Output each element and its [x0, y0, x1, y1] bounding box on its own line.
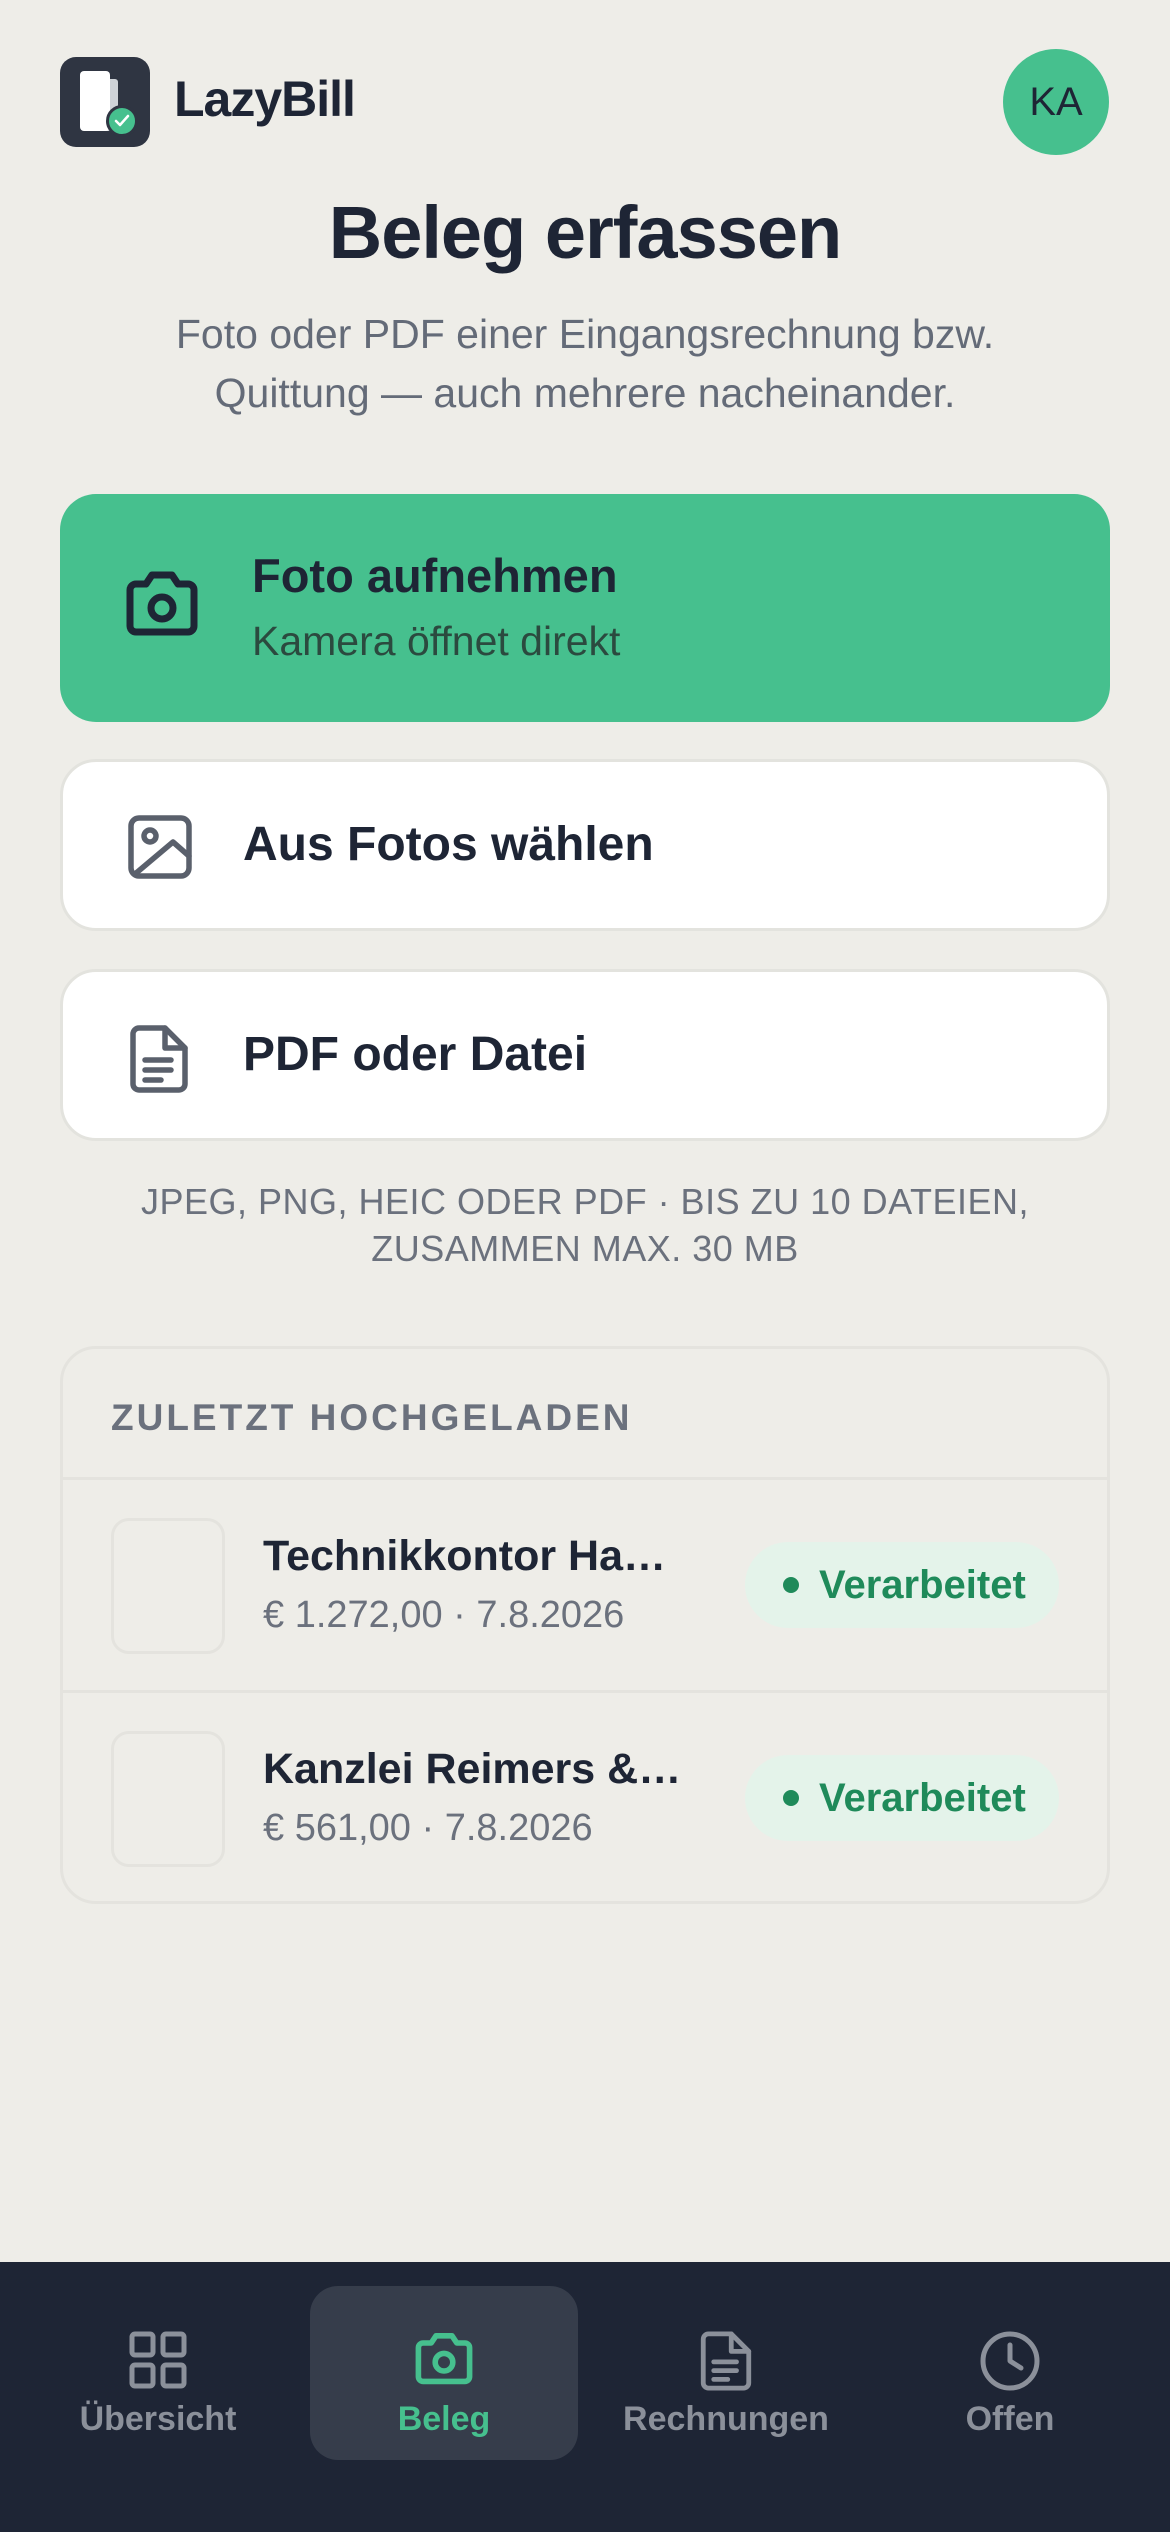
tab-beleg[interactable]: Beleg: [310, 2286, 578, 2460]
image-icon: [127, 814, 193, 885]
list-item[interactable]: Kanzlei Reimers & K… € 561,00 · 7.8.2026…: [63, 1693, 1107, 1901]
take-photo-label: Foto aufnehmen: [252, 549, 618, 602]
list-item-title: Technikkontor Ham…: [263, 1532, 683, 1580]
status-badge: Verarbeitet: [745, 1755, 1059, 1841]
recent-uploads-card: ZULETZT HOCHGELADEN Technikkontor Ham… €…: [60, 1346, 1110, 1904]
page-title: Beleg erfassen: [328, 191, 843, 274]
take-photo-button[interactable]: Foto aufnehmen Kamera öffnet direkt: [60, 494, 1110, 722]
list-item-meta: € 1.272,00 · 7.8.2026: [263, 1594, 625, 1636]
document-thumbnail: [111, 1731, 225, 1867]
tab-label: Offen: [965, 2400, 1055, 2438]
list-item[interactable]: Technikkontor Ham… € 1.272,00 · 7.8.2026…: [63, 1480, 1107, 1690]
pdf-file-button[interactable]: PDF oder Datei: [60, 969, 1110, 1141]
tab-label: Rechnungen: [623, 2400, 829, 2438]
camera-icon: [122, 568, 202, 645]
choose-photos-label: Aus Fotos wählen: [243, 818, 654, 871]
status-dot-icon: [783, 1577, 799, 1593]
status-badge: Verarbeitet: [745, 1542, 1059, 1628]
upload-hint: JPEG, PNG, HEIC ODER PDF · BIS ZU 10 DAT…: [141, 1181, 1029, 1269]
recent-uploads-heading: ZULETZT HOCHGELADEN: [111, 1397, 633, 1438]
check-icon: [106, 105, 138, 137]
avatar[interactable]: KA: [1003, 49, 1109, 155]
file-text-icon: [127, 1024, 191, 1099]
grid-icon: [128, 2330, 188, 2395]
take-photo-sublabel: Kamera öffnet direkt: [252, 618, 621, 664]
app-logo: [60, 57, 150, 147]
bottom-tab-bar: Übersicht Beleg Rechnungen Offen: [0, 2262, 1170, 2532]
clock-icon: [979, 2330, 1041, 2397]
app-header: LazyBill KA: [0, 0, 1170, 200]
document-thumbnail: [111, 1518, 225, 1654]
tab-open[interactable]: Offen: [876, 2286, 1144, 2460]
tab-label: Übersicht: [79, 2400, 237, 2438]
page-subtitle: Foto oder PDF einer Eingangsrechnung bzw…: [175, 311, 995, 416]
tab-invoices[interactable]: Rechnungen: [592, 2286, 860, 2460]
tab-label: Beleg: [397, 2400, 491, 2438]
list-item-meta: € 561,00 · 7.8.2026: [263, 1807, 593, 1849]
app-name: LazyBill: [174, 71, 356, 127]
choose-photos-button[interactable]: Aus Fotos wählen: [60, 759, 1110, 931]
file-text-icon: [698, 2330, 754, 2397]
tab-overview[interactable]: Übersicht: [24, 2286, 292, 2460]
status-badge-label: Verarbeitet: [819, 1562, 1026, 1607]
status-dot-icon: [783, 1790, 799, 1806]
pdf-file-label: PDF oder Datei: [243, 1028, 588, 1081]
status-badge-label: Verarbeitet: [819, 1775, 1026, 1820]
camera-icon: [412, 2330, 476, 2393]
list-item-title: Kanzlei Reimers & K…: [263, 1745, 683, 1793]
